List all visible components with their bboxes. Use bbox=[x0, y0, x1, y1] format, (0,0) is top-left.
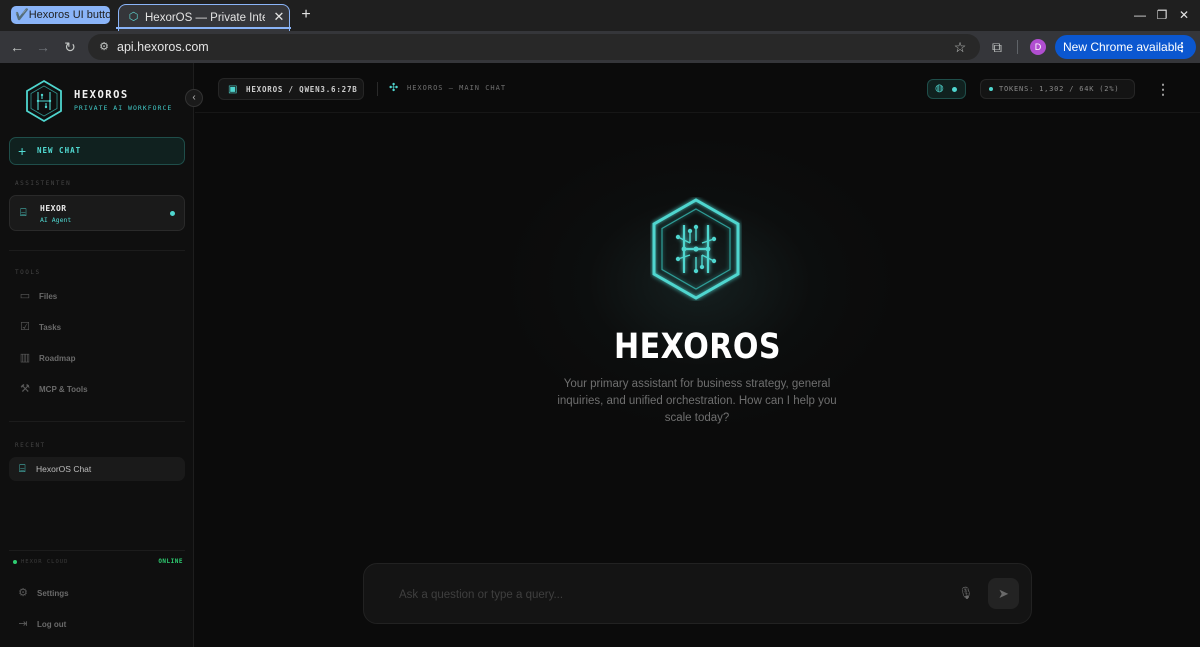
reload-icon[interactable]: ↻ bbox=[61, 38, 79, 56]
plus-icon: + bbox=[18, 143, 27, 159]
sidebar-item-files[interactable]: ▭ Files bbox=[9, 284, 185, 310]
hexoros-logo-icon bbox=[26, 79, 62, 123]
cloud-status: HEXOR CLOUD ONLINE bbox=[9, 550, 185, 570]
chat-topbar: ▣ HEXOROS / QWEN3.6:27B ✣ HEXOROS — MAIN… bbox=[195, 63, 1200, 113]
site-info-icon[interactable]: ⚙ bbox=[96, 39, 112, 55]
brand-tagline: PRIVATE AI WORKFORCE bbox=[74, 104, 173, 112]
brand-name: HEXOROS bbox=[74, 89, 129, 101]
tab-group-underline bbox=[116, 27, 291, 29]
web-search-toggle[interactable]: ◍ bbox=[927, 79, 966, 99]
hero-description: Your primary assistant for business stra… bbox=[557, 378, 837, 424]
new-tab-button[interactable]: + bbox=[297, 6, 315, 24]
sidebar-item-roadmap[interactable]: ▥ Roadmap bbox=[9, 346, 185, 372]
folder-icon: ▭ bbox=[19, 290, 31, 302]
more-vertical-icon: ⋮ bbox=[1176, 40, 1188, 54]
new-chat-button[interactable]: + NEW CHAT bbox=[9, 137, 185, 165]
restore-icon[interactable]: ❐ bbox=[1155, 8, 1169, 22]
cpu-chip-icon: ▣ bbox=[228, 84, 238, 95]
token-usage-label: TOKENS: 1,302 / 64K (2%) bbox=[999, 85, 1120, 93]
sidebar-item-label: Tasks bbox=[39, 323, 62, 332]
token-usage-badge: TOKENS: 1,302 / 64K (2%) bbox=[980, 79, 1135, 99]
settings-button[interactable]: ⚙ Settings bbox=[9, 581, 185, 607]
sidebar: HEXOROS PRIVATE AI WORKFORCE + NEW CHAT … bbox=[0, 63, 194, 647]
checkbox-icon: ☑ bbox=[20, 321, 30, 333]
assistant-card-hexor[interactable]: ⌸ HEXOR AI Agent bbox=[9, 195, 185, 231]
assistant-name: HEXOR bbox=[40, 204, 67, 213]
main-panel: ▣ HEXOROS / QWEN3.6:27B ✣ HEXOROS — MAIN… bbox=[195, 63, 1200, 647]
update-label: New Chrome available bbox=[1063, 40, 1184, 54]
sidebar-item-tasks[interactable]: ☑ Tasks bbox=[9, 315, 185, 341]
hexoros-hero-logo-icon bbox=[652, 198, 740, 300]
divider bbox=[9, 421, 185, 422]
toggle-indicator bbox=[952, 87, 957, 92]
back-icon[interactable]: ← bbox=[8, 38, 26, 56]
topbar-divider bbox=[377, 82, 378, 96]
close-window-icon[interactable]: ✕ bbox=[1177, 8, 1191, 22]
model-selector[interactable]: ▣ HEXOROS / QWEN3.6:27B bbox=[218, 78, 364, 100]
more-options-icon[interactable]: ⋮ bbox=[1155, 78, 1171, 100]
sidebar-item-label: Roadmap bbox=[39, 354, 76, 363]
robot-icon: ⌸ bbox=[19, 463, 26, 475]
logout-icon: ⇥ bbox=[18, 618, 28, 630]
sidebar-item-mcp-tools[interactable]: ⚒ MCP & Tools bbox=[9, 377, 185, 403]
recent-chat-label: HexorOS Chat bbox=[36, 464, 92, 474]
tab-title: HexorOS — Private Intelligence bbox=[145, 12, 265, 24]
profile-avatar[interactable]: D bbox=[1030, 39, 1046, 55]
url-text[interactable]: api.hexoros.com bbox=[117, 40, 209, 54]
status-value: ONLINE bbox=[158, 558, 183, 565]
hero-title: HEXOROS bbox=[614, 327, 781, 367]
chat-composer: 🎙 ➤ bbox=[363, 563, 1032, 624]
hexagon-favicon-icon: ⬡ bbox=[128, 11, 139, 23]
logout-button[interactable]: ⇥ Log out bbox=[9, 612, 185, 638]
recent-heading: RECENT bbox=[15, 442, 46, 449]
assistant-role: AI Agent bbox=[40, 216, 72, 224]
toolbar-divider bbox=[1017, 40, 1018, 54]
close-icon[interactable]: ✕ bbox=[271, 9, 287, 25]
microphone-icon[interactable]: 🎙 bbox=[958, 584, 974, 602]
robot-icon: ⌸ bbox=[20, 207, 27, 219]
token-indicator bbox=[989, 87, 993, 91]
bookmark-star-icon[interactable]: ☆ bbox=[952, 38, 968, 56]
sidebar-item-label: Files bbox=[39, 292, 58, 301]
map-icon: ▥ bbox=[19, 352, 31, 364]
app-root: HEXOROS PRIVATE AI WORKFORCE + NEW CHAT … bbox=[0, 63, 1200, 647]
recent-chat-item[interactable]: ⌸ HexorOS Chat bbox=[9, 457, 185, 481]
tools-heading: TOOLS bbox=[15, 269, 41, 276]
browser-toolbar: ← → ↻ ⚙ api.hexoros.com ☆ ⧉ D New Chrome… bbox=[0, 31, 1200, 63]
sparkle-icon: ✣ bbox=[389, 82, 399, 94]
online-indicator bbox=[13, 560, 17, 564]
model-label: HEXOROS / QWEN3.6:27B bbox=[246, 85, 358, 94]
address-bar[interactable]: ⚙ api.hexoros.com ☆ bbox=[88, 34, 980, 60]
active-indicator bbox=[170, 211, 175, 216]
forward-icon[interactable]: → bbox=[34, 38, 52, 56]
globe-icon: ◍ bbox=[935, 83, 944, 94]
assistants-heading: ASSISTENTEN bbox=[15, 180, 72, 187]
collapse-sidebar-button[interactable]: ‹ bbox=[185, 89, 203, 107]
new-chat-label: NEW CHAT bbox=[37, 146, 82, 155]
minimize-icon[interactable]: — bbox=[1133, 8, 1147, 22]
send-button[interactable]: ➤ bbox=[988, 578, 1019, 609]
gear-icon: ⚙ bbox=[18, 587, 28, 599]
settings-label: Settings bbox=[37, 589, 69, 598]
browser-tab-strip: ✔️Hexoros UI buttons ⬡ HexorOS — Private… bbox=[0, 0, 1200, 31]
sidebar-item-label: MCP & Tools bbox=[39, 385, 88, 394]
tab-group-chip[interactable]: ✔️Hexoros UI buttons bbox=[11, 6, 110, 24]
chat-input[interactable] bbox=[399, 587, 939, 603]
logout-label: Log out bbox=[37, 620, 67, 629]
status-label: HEXOR CLOUD bbox=[21, 559, 69, 565]
wrench-icon: ⚒ bbox=[20, 383, 30, 395]
chrome-update-button[interactable]: New Chrome available ⋮ bbox=[1055, 35, 1196, 59]
extensions-icon[interactable]: ⧉ bbox=[988, 38, 1006, 56]
chat-title: HEXOROS — MAIN CHAT bbox=[407, 84, 507, 92]
divider bbox=[9, 250, 185, 251]
